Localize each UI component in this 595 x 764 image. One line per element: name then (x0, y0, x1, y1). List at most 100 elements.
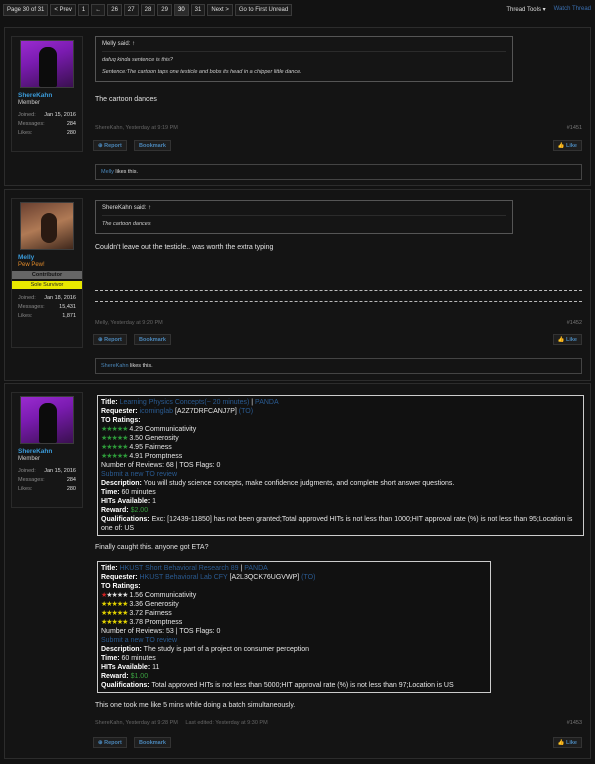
rating-fairness: 3.72 Fairness (127, 610, 172, 617)
requester-link[interactable]: HKUST Behavioral Lab CFY (140, 574, 228, 581)
joined-label: Joined: (18, 295, 36, 301)
messages-value[interactable]: 15,431 (59, 303, 76, 312)
avatar[interactable] (20, 202, 74, 250)
rating-generosity: 3.36 Generosity (127, 601, 179, 608)
time-label: Time: (101, 489, 120, 496)
hits-available-value: 11 (150, 664, 160, 671)
rating-stars-icon: ★★★★★ (101, 453, 128, 460)
quote-block: ShereKahn said: ↑ The cartoon dances (95, 200, 513, 234)
user-stats: Joined: Jan 15, 2016 Messages: 284 Likes: 2… (18, 111, 76, 138)
page-30-current[interactable]: 30 (173, 4, 189, 16)
next-page-button[interactable]: Next > (207, 4, 233, 16)
review-count: Number of Reviews: 68 | TOS Flags: 0 (101, 462, 221, 469)
hit-title-label: Title: (101, 565, 118, 572)
quote-text: The cartoon dances (102, 215, 506, 229)
to-link[interactable]: (TO) (301, 574, 315, 581)
quote-author[interactable]: Melly said: ↑ (102, 41, 506, 47)
like-button[interactable]: 👍 Like (552, 334, 582, 345)
bookmark-button[interactable]: Bookmark (134, 334, 171, 345)
joined-label: Joined: (18, 468, 36, 474)
user-title: Pew Pew! (18, 262, 45, 268)
rating-stars-icon: ★★★★★ (101, 426, 128, 433)
sole-survivor-banner: Sole Survivor (12, 281, 82, 289)
messages-label: Messages: (18, 121, 45, 127)
user-stats: Joined: Jan 18, 2016 Messages: 15,431 Like… (18, 294, 76, 321)
post-author-date[interactable]: ShereKahn, Yesterday at 9:28 PM (95, 720, 178, 726)
messages-label: Messages: (18, 304, 45, 310)
joined-label: Joined: (18, 112, 36, 118)
description-label: Description: (101, 480, 142, 487)
avatar[interactable] (20, 40, 74, 88)
messages-value[interactable]: 284 (67, 476, 76, 485)
likes-label: Likes: (18, 486, 33, 492)
hits-available-label: HITs Available: (101, 664, 151, 671)
qualifications-label: Qualifications: (101, 516, 150, 523)
likes-text: likes this. (113, 169, 138, 175)
signature-divider (95, 301, 582, 302)
page-navigation: Page 30 of 31 < Prev 1 ← 26 27 28 29 30 … (3, 4, 293, 16)
qualifications-label: Qualifications: (101, 682, 150, 689)
like-button[interactable]: 👍 Like (552, 737, 582, 748)
requester-id: [A2Z7DRFCANJ7P] (174, 408, 237, 415)
post-1453: ShereKahn Member Joined: Jan 15, 2016 Mes… (4, 383, 591, 759)
joined-value: Jan 18, 2016 (44, 295, 76, 301)
thread-toolbar: Thread Tools ▾ Watch Thread (506, 6, 591, 13)
page-31-link[interactable]: 31 (190, 4, 206, 16)
qualifications-text: Total approved HITs is not less than 500… (149, 682, 454, 689)
page-26-link[interactable]: 26 (107, 4, 122, 16)
description-label: Description: (101, 646, 142, 653)
panda-link[interactable]: PANDA (255, 399, 279, 406)
liker-name[interactable]: ShereKahn (101, 363, 129, 369)
rating-stars-icon: ★★★★★ (101, 435, 128, 442)
liker-name[interactable]: Melly (101, 169, 114, 175)
user-sidebar: Melly Pew Pew! Contributor Sole Survivor… (11, 198, 83, 348)
post-number[interactable]: #1452 (567, 320, 582, 326)
hit-title-label: Title: (101, 399, 118, 406)
likes-text: likes this. (128, 363, 153, 369)
prev-page-button[interactable]: < Prev (50, 4, 76, 16)
joined-value: Jan 15, 2016 (44, 468, 76, 474)
rating-communicativity: 4.29 Communicativity (127, 426, 197, 433)
submit-review-link[interactable]: Submit a new TO review (101, 636, 487, 645)
username[interactable]: ShereKahn (18, 92, 82, 99)
requester-label: Requester: (101, 408, 138, 415)
user-sidebar: ShereKahn Member Joined: Jan 15, 2016 Mes… (11, 36, 83, 152)
avatar[interactable] (20, 396, 74, 444)
post-meta[interactable]: Melly, Yesterday at 9:20 PM (95, 320, 163, 326)
bookmark-button[interactable]: Bookmark (134, 140, 171, 151)
skip-pages-arrow[interactable]: ← (91, 4, 106, 16)
post-number[interactable]: #1451 (567, 125, 582, 131)
submit-review-link[interactable]: Submit a new TO review (101, 470, 580, 479)
page-27-link[interactable]: 27 (123, 4, 139, 16)
description-text: You will study science concepts, make co… (141, 480, 455, 487)
messages-value[interactable]: 284 (67, 120, 76, 129)
first-unread-button[interactable]: Go to First Unread (234, 4, 293, 16)
requester-link[interactable]: icominglab (140, 408, 173, 415)
report-button[interactable]: ⊕ Report (93, 737, 127, 748)
quote-author[interactable]: ShereKahn said: ↑ (102, 205, 506, 211)
hit-title-link[interactable]: Learning Physics Concepts(~ 20 minutes) (120, 399, 250, 406)
report-button[interactable]: ⊕ Report (93, 140, 127, 151)
page-28-link[interactable]: 28 (140, 4, 156, 16)
hit-title-link[interactable]: HKUST Short Behavioral Research 89 (120, 565, 239, 572)
reward-label: Reward: (101, 673, 129, 680)
description-text: The study is part of a project on consum… (141, 646, 310, 653)
watch-thread-link[interactable]: Watch Thread (554, 6, 591, 13)
like-button[interactable]: 👍 Like (552, 140, 582, 151)
username[interactable]: ShereKahn (18, 448, 82, 455)
joined-value: Jan 15, 2016 (44, 112, 76, 118)
to-link[interactable]: (TO) (239, 408, 253, 415)
hit-info-box: Title: HKUST Short Behavioral Research 8… (97, 561, 491, 693)
signature-divider (95, 290, 582, 291)
username[interactable]: Melly (18, 254, 82, 261)
post-number[interactable]: #1453 (567, 720, 582, 726)
panda-link[interactable]: PANDA (244, 565, 268, 572)
thread-tools-menu[interactable]: Thread Tools ▾ (506, 6, 545, 13)
to-ratings-label: TO Ratings: (101, 583, 141, 590)
bookmark-button[interactable]: Bookmark (134, 737, 171, 748)
report-button[interactable]: ⊕ Report (93, 334, 127, 345)
to-ratings-label: TO Ratings: (101, 417, 141, 424)
page-1-link[interactable]: 1 (77, 4, 90, 16)
post-meta[interactable]: ShereKahn, Yesterday at 9:19 PM (95, 125, 178, 131)
page-29-link[interactable]: 29 (157, 4, 172, 16)
